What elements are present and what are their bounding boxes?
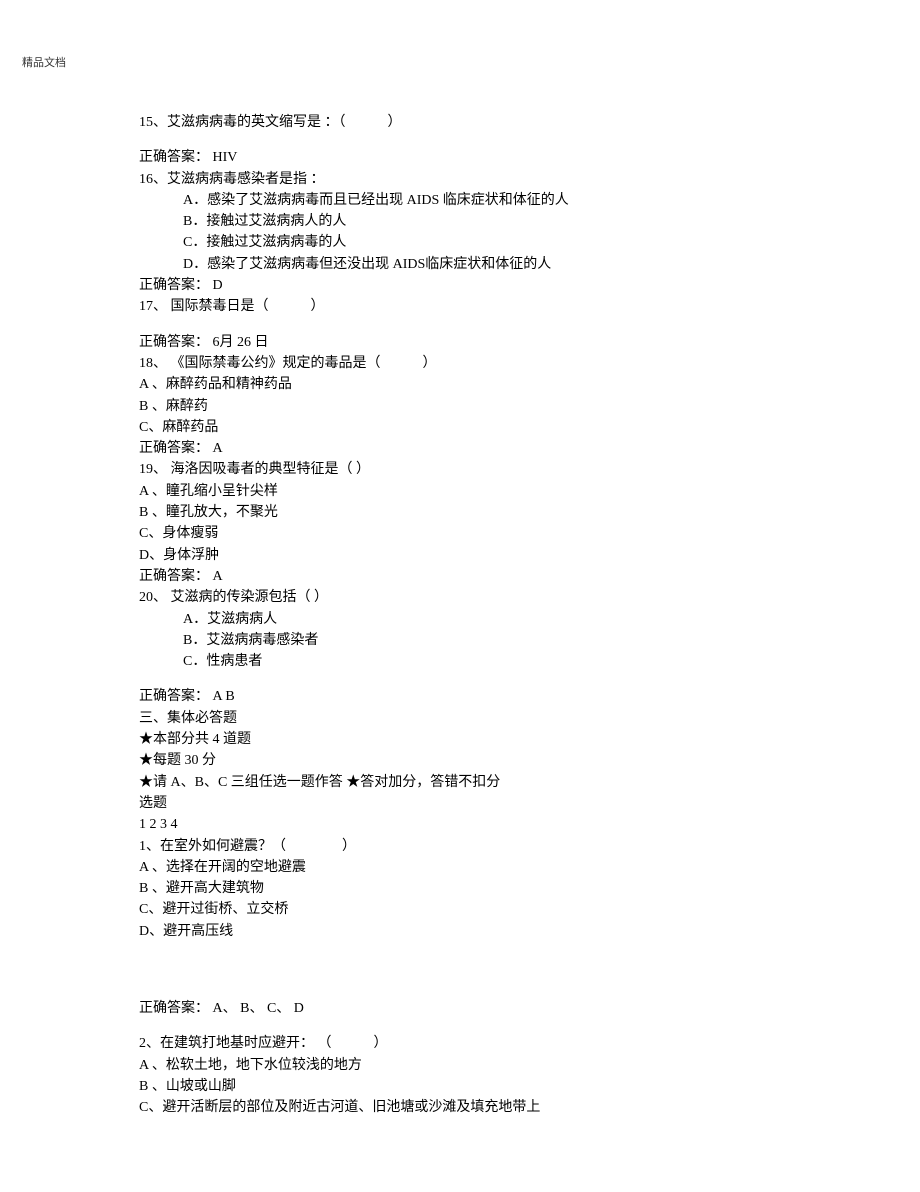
section3-rule1: ★本部分共 4 道题 — [139, 730, 779, 750]
q20-answer: 正确答案： A B — [139, 687, 779, 707]
q18-opt-a: A 、麻醉药品和精神药品 — [139, 375, 779, 395]
q18-opt-c: C、麻醉药品 — [139, 418, 779, 438]
sq2-opt-c: C、避开活断层的部位及附近古河道、旧池塘或沙滩及填充地带上 — [139, 1098, 779, 1118]
section3-rule2: ★每题 30 分 — [139, 751, 779, 771]
sq1-opt-c: C、避开过街桥、立交桥 — [139, 900, 779, 920]
q16-opt-c: C．接触过艾滋病病毒的人 — [139, 233, 779, 253]
q17-text: 17、 国际禁毒日是（ ） — [139, 297, 779, 317]
q18-opt-b: B 、麻醉药 — [139, 397, 779, 417]
sq2-text: 2、在建筑打地基时应避开： （ ） — [139, 1034, 779, 1054]
sq1-opt-b: B 、避开高大建筑物 — [139, 879, 779, 899]
document-content: 15、艾滋病病毒的英文缩写是 ：（ ） 正确答案： HIV 16、艾滋病病毒感染… — [139, 113, 779, 1119]
q18-text: 18、 《国际禁毒公约》规定的毒品是（ ） — [139, 354, 779, 374]
sq1-text: 1、在室外如何避震？（ ） — [139, 837, 779, 857]
section3-rule3: ★请 A、B、C 三组任选一题作答 ★答对加分，答错不扣分 — [139, 773, 779, 793]
q20-opt-a: A．艾滋病病人 — [139, 610, 779, 630]
q16-answer: 正确答案： D — [139, 276, 779, 296]
sq1-opt-a: A 、选择在开阔的空地避震 — [139, 858, 779, 878]
section3-title: 三、集体必答题 — [139, 709, 779, 729]
sq2-opt-b: B 、山坡或山脚 — [139, 1077, 779, 1097]
q15-answer: 正确答案： HIV — [139, 148, 779, 168]
q20-opt-b: B．艾滋病病毒感染者 — [139, 631, 779, 651]
q16-text: 16、艾滋病病毒感染者是指 ： — [139, 170, 779, 190]
q19-text: 19、 海洛因吸毒者的典型特征是（ ） — [139, 460, 779, 480]
q20-opt-c: C．性病患者 — [139, 652, 779, 672]
q19-opt-d: D、身体浮肿 — [139, 546, 779, 566]
header-label: 精品文档 — [22, 54, 66, 70]
sq1-answer: 正确答案： A、 B、 C、 D — [139, 999, 779, 1019]
q20-text: 20、 艾滋病的传染源包括（ ） — [139, 588, 779, 608]
q16-opt-a: A．感染了艾滋病病毒而且已经出现 AIDS 临床症状和体征的人 — [139, 191, 779, 211]
q18-answer: 正确答案： A — [139, 439, 779, 459]
sq2-opt-a: A 、松软土地，地下水位较浅的地方 — [139, 1056, 779, 1076]
q19-opt-c: C、身体瘦弱 — [139, 524, 779, 544]
q19-answer: 正确答案： A — [139, 567, 779, 587]
q17-answer: 正确答案： 6月 26 日 — [139, 333, 779, 353]
q19-opt-a: A 、瞳孔缩小呈针尖样 — [139, 482, 779, 502]
q16-opt-d: D．感染了艾滋病病毒但还没出现 AIDS临床症状和体征的人 — [139, 255, 779, 275]
section3-nums: 1 2 3 4 — [139, 815, 779, 835]
section3-pick: 选题 — [139, 794, 779, 814]
q15-text: 15、艾滋病病毒的英文缩写是 ：（ ） — [139, 113, 779, 133]
sq1-opt-d: D、避开高压线 — [139, 922, 779, 942]
q19-opt-b: B 、瞳孔放大，不聚光 — [139, 503, 779, 523]
q16-opt-b: B．接触过艾滋病病人的人 — [139, 212, 779, 232]
